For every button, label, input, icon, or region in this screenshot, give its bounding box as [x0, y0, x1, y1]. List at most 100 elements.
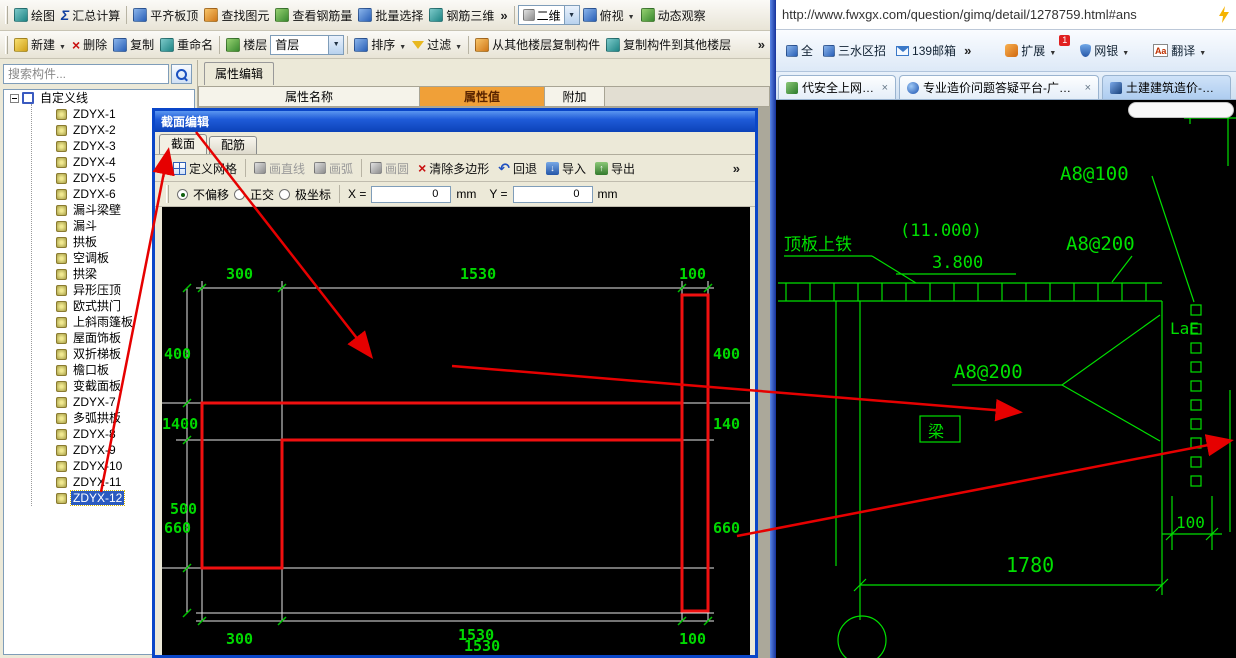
tree-item-label: 屋面饰板 [73, 331, 122, 345]
tab-rebar[interactable]: 配筋 [209, 136, 258, 154]
svg-text:300: 300 [226, 265, 253, 283]
tab-section[interactable]: 截面 [159, 134, 208, 154]
bookmark-item[interactable]: 139邮箱 [891, 42, 961, 59]
search-button[interactable] [171, 64, 192, 84]
url-text[interactable]: http://www.fwxgx.com/question/gimq/detai… [782, 7, 1212, 22]
copy-button[interactable]: 复制 [110, 34, 157, 55]
search-input[interactable] [3, 64, 169, 84]
floating-toolbar[interactable] [1128, 102, 1234, 118]
grid-lines [162, 281, 750, 622]
tree-item-label: ZDYX-8 [73, 427, 116, 441]
delete-icon [72, 39, 80, 51]
separator [347, 35, 349, 54]
dialog-titlebar[interactable]: 截面编辑 [155, 111, 755, 132]
tree-root-label: 自定义线 [40, 91, 89, 105]
undo-button[interactable]: 回退 [494, 158, 541, 179]
draw-icon [14, 8, 28, 22]
toolbar-grip[interactable] [5, 6, 8, 24]
copy-to-floor-label: 复制构件到其他楼层 [623, 38, 732, 52]
svg-text:400: 400 [713, 345, 740, 363]
bookmark-icon [823, 44, 836, 57]
y-input[interactable] [512, 185, 593, 203]
browser-tab-active[interactable]: 土建建筑造价-广... [1102, 75, 1231, 99]
bookmark-item[interactable]: 全 [781, 42, 818, 59]
view-angle-icon [582, 8, 597, 22]
overflow-chevron-icon[interactable] [730, 161, 743, 176]
component-icon [56, 236, 67, 248]
find-element-button[interactable]: 查找图元 [201, 5, 272, 26]
radio-polar[interactable] [279, 188, 291, 200]
tree-root[interactable]: 自定义线 [4, 90, 194, 106]
rebar-3d-button[interactable]: 钢筋三维 [426, 5, 497, 26]
lightning-icon[interactable] [1218, 6, 1230, 23]
overflow-chevron-icon[interactable] [755, 37, 768, 52]
browser-tab[interactable]: 代安全上网导航 [778, 75, 896, 99]
component-icon [56, 124, 67, 136]
filter-button[interactable]: 过滤 [409, 34, 465, 55]
chevron-down-icon[interactable] [328, 35, 344, 54]
translate-menu[interactable]: 翻译 [1148, 42, 1211, 59]
radio-ortho[interactable] [234, 188, 246, 200]
export-button[interactable]: 导出 [591, 158, 639, 179]
delete-button[interactable]: 删除 [69, 34, 110, 55]
tree-item-label: 双折梯板 [73, 347, 122, 361]
floor-combo[interactable]: 首层 [270, 34, 345, 55]
browser-tab[interactable]: 专业造价问题答疑平台-广联达 [899, 75, 1099, 99]
y-unit-label: mm [597, 187, 618, 201]
define-grid-button[interactable]: 定义网格 [169, 158, 241, 179]
address-bar[interactable]: http://www.fwxgx.com/question/gimq/detai… [776, 0, 1236, 30]
clear-polygon-button[interactable]: 清除多边形 [414, 158, 493, 179]
orbit-button[interactable]: 动态观察 [638, 5, 709, 26]
extensions-menu[interactable]: 扩展 1 [1000, 35, 1071, 59]
toolbar-grip[interactable] [5, 35, 8, 54]
bank-menu[interactable]: 网银 [1075, 42, 1134, 59]
browser-tab-strip: 代安全上网导航 专业造价问题答疑平台-广联达 土建建筑造价-广... [776, 72, 1236, 100]
draw-arc-label: 画弧 [329, 161, 354, 176]
batch-select-button[interactable]: 批量选择 [355, 5, 426, 26]
dialog-tabs: 截面 配筋 [155, 132, 755, 155]
draw-circle-button[interactable]: 画圆 [366, 158, 413, 179]
sort-button[interactable]: 排序 [351, 34, 409, 55]
tree-item-label: 异形压顶 [73, 283, 122, 297]
toolbar-grip[interactable] [162, 159, 165, 177]
view-rebar-qty-button[interactable]: 查看钢筋量 [272, 5, 355, 26]
new-button[interactable]: 新建 [11, 34, 69, 55]
bookmark-item[interactable]: 三水区招 [818, 42, 891, 59]
column-property-name[interactable]: 属性名称 [198, 86, 420, 107]
section-canvas[interactable]: 300 1530 100 300 1530 1530 100 400 1400 … [162, 207, 750, 655]
svg-text:140: 140 [713, 415, 740, 433]
column-extra[interactable]: 附加 [545, 86, 605, 107]
x-input[interactable] [371, 185, 452, 203]
draw-line-button[interactable]: 画直线 [250, 158, 309, 179]
close-tab-icon[interactable] [1085, 83, 1091, 93]
filter-label: 过滤 [427, 38, 452, 52]
export-label: 导出 [611, 161, 636, 176]
chevron-down-icon[interactable] [563, 6, 579, 24]
align-slab-top-button[interactable]: 平齐板顶 [130, 5, 201, 26]
tree-expand-icon[interactable] [10, 93, 19, 103]
summary-calc-button[interactable]: 汇总计算 [58, 5, 123, 26]
toolbar-grip[interactable] [166, 185, 169, 203]
draw-button[interactable]: 绘图 [11, 5, 58, 26]
view-angle-button[interactable]: 俯视 [580, 5, 638, 26]
sort-icon [354, 37, 369, 52]
x-unit-label: mm [456, 187, 477, 201]
tree-item-label: 拱梁 [73, 267, 98, 281]
view-mode-combo[interactable]: 二维 [517, 5, 580, 25]
svg-text:A8@200: A8@200 [1066, 233, 1135, 255]
browser-content[interactable]: 顶板上铁 (11.000) 3.800 A8@100 A8@200 LaE A8… [776, 100, 1236, 658]
copy-from-floor-button[interactable]: 从其他楼层复制构件 [472, 34, 603, 55]
close-tab-icon[interactable] [882, 83, 888, 93]
separator [361, 159, 363, 177]
copy-label: 复制 [130, 38, 155, 52]
radio-no-offset[interactable] [177, 188, 188, 200]
property-editor-tab[interactable]: 属性编辑 [204, 62, 275, 85]
copy-to-floor-button[interactable]: 复制构件到其他楼层 [603, 34, 734, 55]
draw-arc-button[interactable]: 画弧 [310, 158, 357, 179]
overflow-chevron-icon[interactable] [961, 43, 974, 58]
overflow-chevron-icon[interactable] [497, 8, 510, 23]
import-button[interactable]: 导入 [542, 158, 590, 179]
column-property-value[interactable]: 属性值 [420, 86, 545, 107]
grid-icon [173, 161, 186, 175]
rename-button[interactable]: 重命名 [157, 34, 216, 55]
